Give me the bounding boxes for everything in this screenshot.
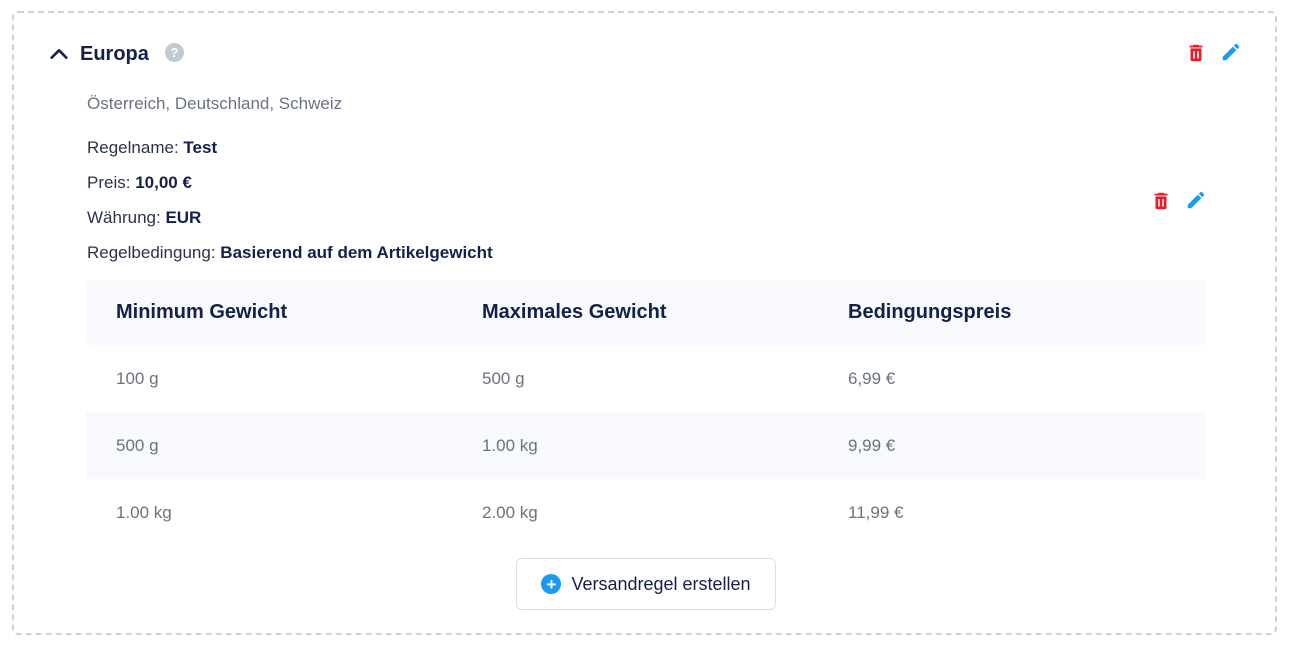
table-row: 1.00 kg 2.00 kg 11,99 €	[86, 479, 1206, 546]
zone-title: Europa	[80, 42, 149, 65]
min-weight-cell: 100 g	[116, 368, 159, 388]
condition-price-cell: 6,99 €	[848, 368, 896, 388]
table-row: 100 g 500 g 6,99 €	[86, 345, 1206, 412]
zone-countries: Österreich, Deutschland, Schweiz	[87, 94, 343, 113]
table-header-row: Minimum Gewicht Maximales Gewicht Beding…	[86, 280, 1206, 345]
rule-name-label: Regelname:	[87, 138, 179, 157]
min-weight-cell: 1.00 kg	[116, 502, 172, 522]
zone-header: Europa ?	[48, 38, 184, 70]
plus-circle-icon: +	[541, 574, 562, 594]
weight-conditions-table: Minimum Gewicht Maximales Gewicht Beding…	[86, 280, 1206, 546]
rule-condition-value: Basierend auf dem Artikelgewicht	[220, 243, 493, 262]
column-header-condition-price: Bedingungspreis	[848, 301, 1012, 323]
min-weight-cell: 500 g	[116, 435, 159, 455]
rule-condition-label: Regelbedingung:	[87, 243, 216, 262]
rule-price-line: Preis: 10,00 €	[87, 173, 192, 193]
max-weight-cell: 1.00 kg	[482, 435, 538, 455]
condition-price-cell: 9,99 €	[848, 435, 896, 455]
chevron-up-icon[interactable]	[48, 43, 70, 65]
table-row: 500 g 1.00 kg 9,99 €	[86, 412, 1206, 479]
rule-price-value: 10,00 €	[135, 173, 192, 192]
column-header-max-weight: Maximales Gewicht	[482, 301, 667, 323]
rule-name-value: Test	[183, 138, 218, 157]
rule-currency-value: EUR	[165, 208, 202, 227]
help-icon[interactable]: ?	[164, 42, 184, 62]
create-shipping-rule-label: Versandregel erstellen	[571, 573, 751, 594]
max-weight-cell: 500 g	[482, 368, 525, 388]
create-shipping-rule-button[interactable]: + Versandregel erstellen	[516, 558, 776, 610]
rule-name-line: Regelname: Test	[87, 138, 217, 158]
zone-delete-trash-icon[interactable]	[1185, 42, 1207, 64]
condition-price-cell: 11,99 €	[848, 502, 904, 522]
zone-edit-pencil-icon[interactable]	[1220, 41, 1242, 63]
column-header-min-weight: Minimum Gewicht	[116, 301, 288, 323]
rule-price-label: Preis:	[87, 173, 131, 192]
max-weight-cell: 2.00 kg	[482, 502, 538, 522]
rule-currency-line: Währung: EUR	[87, 208, 201, 228]
rule-edit-pencil-icon[interactable]	[1185, 189, 1207, 211]
rule-condition-line: Regelbedingung: Basierend auf dem Artike…	[87, 243, 493, 263]
rule-currency-label: Währung:	[87, 208, 161, 227]
rule-delete-trash-icon[interactable]	[1150, 190, 1172, 212]
